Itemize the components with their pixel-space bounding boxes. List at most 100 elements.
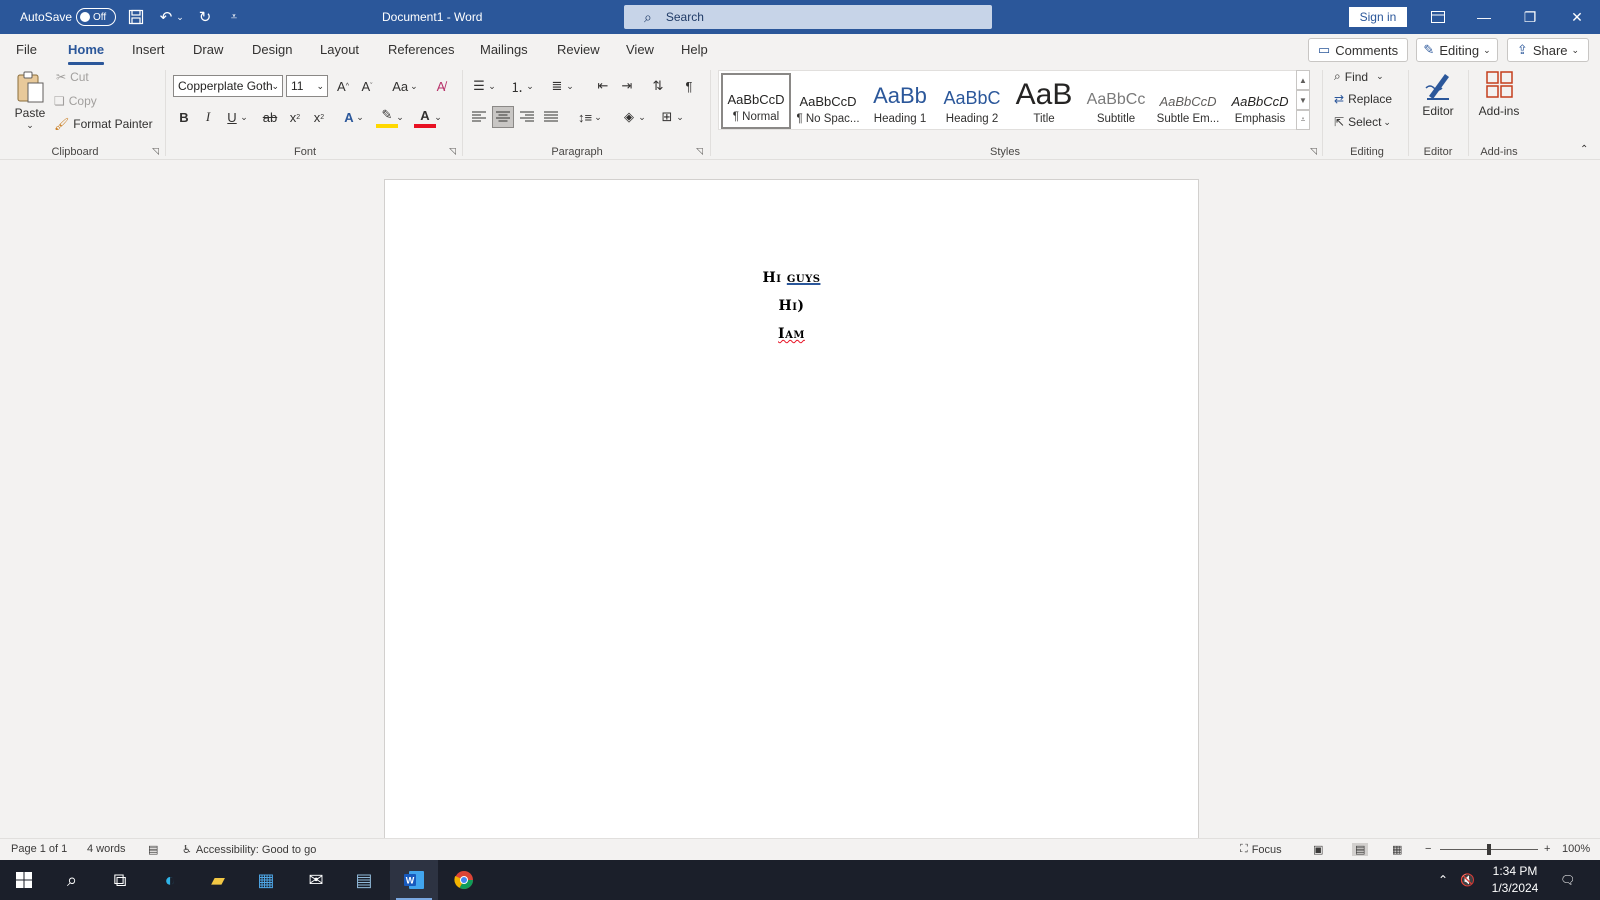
editor-button[interactable]: Editor [1418, 68, 1458, 118]
notepad-app-icon[interactable]: ▤ [340, 860, 388, 900]
show-formatting-icon[interactable]: ¶ [678, 75, 700, 97]
style-no-spacing[interactable]: AaBbCcD ¶ No Spac... [793, 73, 863, 129]
clipboard-launcher-icon[interactable]: ◹ [152, 146, 159, 157]
mail-icon[interactable]: ✉ [292, 860, 340, 900]
style-subtitle[interactable]: AaBbCc Subtitle [1081, 73, 1151, 129]
word-app-icon[interactable]: W [390, 860, 438, 900]
notifications-icon[interactable]: 🗨 [1560, 860, 1575, 900]
web-layout-icon[interactable]: ▦ [1392, 843, 1402, 856]
chevron-down-icon[interactable]: ⌄ [674, 106, 686, 128]
chrome-browser-icon[interactable] [440, 860, 488, 900]
file-explorer-icon[interactable]: ▰ [194, 860, 242, 900]
chevron-down-icon[interactable]: ⌄ [636, 106, 648, 128]
document-line-3[interactable]: Iam [385, 326, 1198, 342]
chevron-down-icon[interactable]: ⌄ [486, 75, 498, 97]
style-heading-2[interactable]: AaBbC Heading 2 [937, 73, 1007, 129]
font-name-select[interactable]: Copperplate Goth ⌄ [173, 75, 283, 97]
gallery-scroll-down-icon[interactable]: ▼ [1296, 90, 1310, 110]
superscript-icon[interactable]: x2 [308, 106, 330, 128]
tab-design[interactable]: Design [252, 42, 292, 57]
search-box[interactable]: ⌕ Search [624, 5, 992, 29]
chevron-down-icon[interactable]: ⌄ [592, 106, 604, 128]
bold-icon[interactable]: B [173, 106, 195, 128]
cut-button[interactable]: ✂ Cut [56, 70, 89, 84]
justify-icon[interactable] [540, 106, 562, 128]
ribbon-display-icon[interactable] [1415, 0, 1461, 34]
chevron-down-icon[interactable]: ⌄ [524, 75, 536, 97]
tab-home[interactable]: Home [68, 42, 105, 65]
document-line-2[interactable]: Hi) [385, 298, 1198, 314]
zoom-slider-thumb[interactable] [1487, 844, 1491, 855]
windows-start-icon[interactable] [0, 860, 48, 900]
tab-file[interactable]: File [16, 42, 37, 57]
chevron-down-icon[interactable]: ⌄ [394, 106, 406, 128]
restore-icon[interactable]: ❐ [1507, 0, 1553, 34]
gallery-more-icon[interactable]: ⩡ [1296, 110, 1310, 130]
tab-help[interactable]: Help [681, 42, 708, 57]
italic-icon[interactable]: I [197, 106, 219, 128]
focus-button[interactable]: ⛶ Focus [1240, 843, 1282, 856]
tab-layout[interactable]: Layout [320, 42, 359, 57]
word-count[interactable]: 4 words [87, 843, 126, 855]
sign-in-button[interactable]: Sign in [1349, 7, 1407, 27]
task-view-icon[interactable]: ⧉ [96, 860, 144, 900]
chevron-down-icon[interactable]: ⌄ [432, 106, 444, 128]
styles-launcher-icon[interactable]: ◹ [1310, 146, 1317, 157]
redo-icon[interactable]: ↻ [195, 7, 215, 27]
tab-view[interactable]: View [626, 42, 654, 57]
select-button[interactable]: ⇱ Select ⌄ [1334, 115, 1391, 129]
clear-formatting-icon[interactable]: A̸ [430, 75, 452, 97]
shrink-font-icon[interactable]: Aˇ [356, 75, 378, 97]
share-button[interactable]: ⇪ Share ⌄ [1507, 38, 1589, 62]
align-center-icon[interactable] [492, 106, 514, 128]
system-clock[interactable]: 1:34 PM 1/3/2024 [1480, 863, 1550, 897]
edge-browser-icon[interactable]: ◐ [146, 860, 194, 900]
align-right-icon[interactable] [516, 106, 538, 128]
save-icon[interactable] [126, 7, 146, 27]
subscript-icon[interactable]: x2 [284, 106, 306, 128]
zoom-out-button[interactable]: − [1425, 843, 1431, 855]
style-emphasis[interactable]: AaBbCcD Emphasis [1225, 73, 1295, 129]
copy-button[interactable]: ❏ Copy [54, 94, 97, 108]
style-heading-1[interactable]: AaBb Heading 1 [865, 73, 935, 129]
chevron-down-icon[interactable]: ⌄ [564, 75, 576, 97]
paste-button[interactable]: Paste ⌄ [12, 70, 48, 131]
accessibility-status[interactable]: ♿ Accessibility: Good to go [182, 843, 316, 857]
comments-button[interactable]: ▭ Comments [1308, 38, 1408, 62]
tab-draw[interactable]: Draw [193, 42, 223, 57]
autosave-toggle[interactable]: Off [76, 8, 116, 26]
style-subtle-emphasis[interactable]: AaBbCcD Subtle Em... [1153, 73, 1223, 129]
font-launcher-icon[interactable]: ◹ [449, 146, 456, 157]
tab-review[interactable]: Review [557, 42, 600, 57]
replace-button[interactable]: ⇄ Replace [1334, 92, 1392, 106]
align-left-icon[interactable] [468, 106, 490, 128]
close-icon[interactable]: ✕ [1554, 0, 1600, 34]
format-painter-button[interactable]: 🖌 Format Painter [54, 117, 153, 131]
undo-icon[interactable]: ↶ [156, 7, 176, 27]
style-title[interactable]: AaB Title [1009, 73, 1079, 129]
collapse-ribbon-icon[interactable]: ⌃ [1580, 144, 1588, 155]
zoom-level[interactable]: 100% [1562, 843, 1590, 855]
microsoft-store-icon[interactable]: ▦ [242, 860, 290, 900]
strikethrough-icon[interactable]: ab [259, 106, 281, 128]
read-mode-icon[interactable]: ▣ [1313, 843, 1323, 856]
search-icon[interactable]: ⌕ [48, 860, 96, 900]
style-normal[interactable]: AaBbCcD ¶ Normal [721, 73, 791, 129]
tab-references[interactable]: References [388, 42, 454, 57]
paragraph-launcher-icon[interactable]: ◹ [696, 146, 703, 157]
sort-icon[interactable]: ⇅ [647, 75, 669, 97]
change-case-button[interactable]: Aa ⌄ [388, 75, 422, 97]
find-button[interactable]: ⌕ Find ⌄ [1334, 69, 1384, 84]
print-layout-icon[interactable]: ▤ [1352, 843, 1369, 856]
font-size-select[interactable]: 11 ⌄ [286, 75, 328, 97]
proofing-icon[interactable]: ▤ [148, 843, 158, 856]
zoom-in-button[interactable]: + [1544, 843, 1550, 855]
document-line-1[interactable]: Hi guys [385, 270, 1198, 286]
undo-dropdown-icon[interactable]: ⌄ [174, 7, 186, 27]
tab-insert[interactable]: Insert [132, 42, 165, 57]
volume-muted-icon[interactable]: 🔇 [1460, 860, 1475, 900]
chevron-down-icon[interactable]: ⌄ [238, 106, 250, 128]
document-page[interactable]: Hi guys Hi) Iam [384, 179, 1199, 859]
grow-font-icon[interactable]: A ^ [332, 75, 354, 97]
addins-button[interactable]: Add-ins [1474, 68, 1524, 118]
